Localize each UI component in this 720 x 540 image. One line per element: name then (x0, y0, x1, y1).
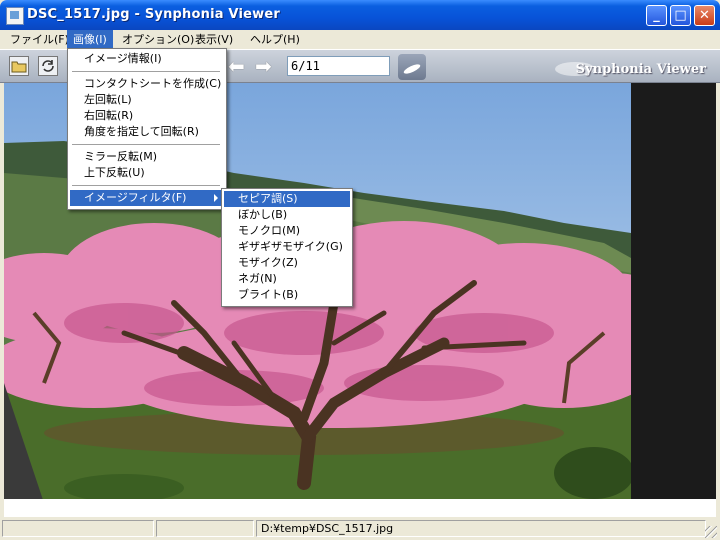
maximize-button[interactable]: □ (670, 5, 691, 26)
menu-image-filter-label: イメージフィルタ(F) (84, 191, 187, 204)
menu-options[interactable]: オプション(O) (116, 30, 200, 49)
window-title: DSC_1517.jpg - Synphonia Viewer (27, 7, 280, 22)
app-window: DSC_1517.jpg - Synphonia Viewer _ □ ✕ ファ… (0, 0, 720, 540)
filter-negative[interactable]: ネガ(N) (224, 271, 350, 287)
bottom-strip (4, 499, 716, 517)
left-arrow-icon[interactable]: ⬅ (228, 54, 245, 78)
menu-rotate-right[interactable]: 右回転(R) (70, 108, 224, 124)
menu-image-info[interactable]: イメージ情報(I) (70, 51, 224, 67)
filter-blur[interactable]: ぼかし(B) (224, 207, 350, 223)
right-arrow-icon[interactable]: ➡ (255, 54, 272, 78)
menu-contact-sheet[interactable]: コンタクトシートを作成(C) (70, 76, 224, 92)
submenu-arrow-icon (214, 194, 218, 202)
menu-separator (72, 144, 220, 146)
menu-view[interactable]: 表示(V) (189, 30, 239, 49)
refresh-icon[interactable] (38, 56, 58, 76)
status-pane-1 (2, 520, 154, 537)
image-menu: イメージ情報(I) コンタクトシートを作成(C) 左回転(L) 右回転(R) 角… (67, 48, 227, 210)
title-bar[interactable]: DSC_1517.jpg - Synphonia Viewer _ □ ✕ (0, 0, 720, 30)
filter-sepia[interactable]: セピア調(S) (224, 191, 350, 207)
page-number-input[interactable] (287, 56, 390, 76)
status-bar: D:¥temp¥DSC_1517.jpg (0, 517, 720, 540)
menu-help[interactable]: ヘルプ(H) (244, 30, 306, 49)
menu-separator (72, 71, 220, 73)
brand-logo: Synphonia Viewer (575, 62, 706, 77)
folder-open-icon[interactable] (9, 56, 29, 76)
resize-grip[interactable] (705, 526, 717, 538)
status-file-path: D:¥temp¥DSC_1517.jpg (256, 520, 706, 537)
menu-separator (72, 185, 220, 187)
menu-image-filter[interactable]: イメージフィルタ(F) (70, 190, 224, 206)
filter-submenu: セピア調(S) ぼかし(B) モノクロ(M) ギザギザモザイク(G) モザイク(… (221, 188, 353, 307)
menu-file[interactable]: ファイル(F) (4, 30, 75, 49)
menu-mirror-flip[interactable]: ミラー反転(M) (70, 149, 224, 165)
minimize-button[interactable]: _ (646, 5, 667, 26)
filter-monochrome[interactable]: モノクロ(M) (224, 223, 350, 239)
menu-rotate-left[interactable]: 左回転(L) (70, 92, 224, 108)
filter-jagged-mosaic[interactable]: ギザギザモザイク(G) (224, 239, 350, 255)
menu-image[interactable]: 画像(I) (67, 30, 113, 49)
status-pane-2 (156, 520, 254, 537)
feather-icon[interactable] (398, 54, 426, 80)
app-icon (6, 7, 24, 25)
filter-mosaic[interactable]: モザイク(Z) (224, 255, 350, 271)
menu-vertical-flip[interactable]: 上下反転(U) (70, 165, 224, 181)
filter-bright[interactable]: ブライト(B) (224, 287, 350, 303)
menu-bar: ファイル(F) 画像(I) オプション(O) 表示(V) ヘルプ(H) (0, 30, 720, 49)
close-button[interactable]: ✕ (694, 5, 715, 26)
menu-rotate-angle[interactable]: 角度を指定して回転(R) (70, 124, 224, 140)
